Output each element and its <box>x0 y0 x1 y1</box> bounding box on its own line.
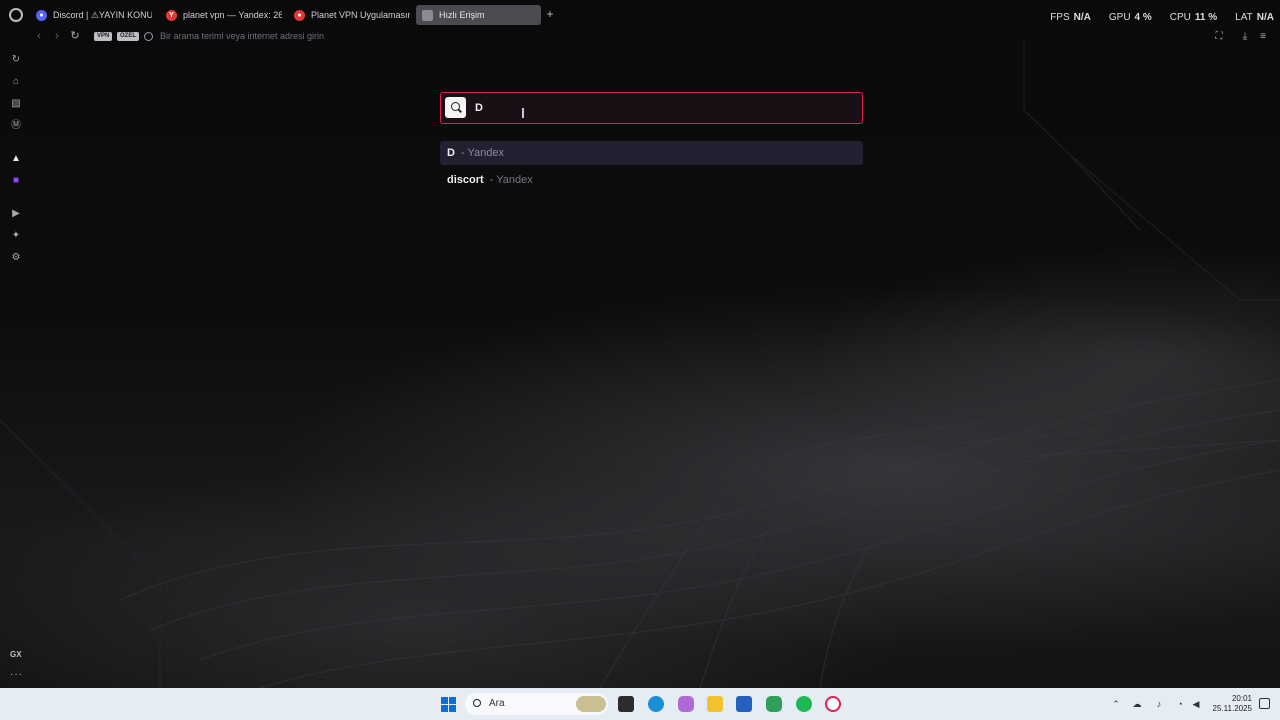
menu-icon[interactable]: ≡ <box>1257 31 1269 43</box>
suggestion-term: discort <box>447 174 484 186</box>
chevron-up-icon[interactable]: ⌃ <box>1110 698 1122 710</box>
task-view-icon[interactable] <box>618 696 634 712</box>
yandex-icon: Y <box>166 9 177 21</box>
extensions-icon[interactable]: ✦ <box>10 230 22 242</box>
search-input[interactable]: D <box>475 102 483 114</box>
suggestion-source: - Yandex <box>489 174 533 186</box>
taskbar: Ara ⌃ ☁ ♪ ◔ ◀ 20:01 25.11.2025 <box>0 688 1280 720</box>
player-icon[interactable]: ▶ <box>10 208 22 220</box>
tab-yandex[interactable]: Y planet vpn — Yandex: 26 <box>160 5 282 25</box>
speed-dial-icon <box>422 9 433 21</box>
suggestion-item[interactable]: discort - Yandex <box>440 168 863 192</box>
private-badge[interactable]: ÖZEL <box>117 32 139 41</box>
taskbar-search-label: Ara <box>489 698 505 709</box>
edge-icon[interactable] <box>648 696 664 712</box>
sidebar-icon[interactable]: ▨ <box>10 98 22 110</box>
store-icon[interactable] <box>736 696 752 712</box>
planet-vpn-icon: ● <box>294 9 305 21</box>
clock[interactable]: 20:01 25.11.2025 <box>1213 694 1252 714</box>
vpn-badge[interactable]: VPN <box>94 32 113 41</box>
clock-time: 20:01 <box>1231 694 1252 703</box>
search-highlight-image <box>576 696 606 712</box>
speed-dial-search[interactable]: D <box>440 92 863 124</box>
notification-bell-icon[interactable] <box>1259 698 1270 709</box>
suggestion-term: D <box>447 147 455 159</box>
text-cursor-icon <box>522 108 524 118</box>
tab-label: Planet VPN Uygulamasını <box>311 10 410 20</box>
gx-hardware-monitor: FPS N/A GPU 4 % CPU 11 % LAT N/A <box>1050 12 1274 23</box>
tab-speed-dial[interactable]: Hızlı Erişim <box>416 5 541 25</box>
settings-icon[interactable]: ⚙ <box>10 252 22 264</box>
gx-corner-button[interactable]: GX <box>10 650 22 659</box>
start-button[interactable] <box>441 697 456 712</box>
clock-date: 25.11.2025 <box>1212 704 1252 713</box>
opera-gx-taskbar-icon[interactable] <box>825 696 841 712</box>
microphone-icon[interactable]: ♪ <box>1153 698 1165 710</box>
back-button[interactable]: ‹ <box>32 28 46 44</box>
aria-icon[interactable]: ▲ <box>10 153 22 165</box>
more-button[interactable]: ··· <box>10 669 23 680</box>
spotify-icon[interactable] <box>796 696 812 712</box>
network-cloud-icon[interactable]: ☁ <box>1131 698 1143 710</box>
address-bar: ‹ › ↻ VPN ÖZEL Bir arama terimi veya int… <box>0 28 1280 46</box>
music-icon[interactable]: Ⓜ <box>10 120 22 132</box>
download-icon[interactable]: ⤓ <box>1239 31 1251 43</box>
search-icon <box>473 699 481 707</box>
tab-label: Hızlı Erişim <box>439 10 485 20</box>
taskbar-search[interactable]: Ara <box>465 693 608 715</box>
sidebar: ↻ ⌂ ▨ Ⓜ ▲ ■ ▶ ✦ ⚙ GX ··· <box>0 50 32 690</box>
copilot-icon[interactable] <box>678 696 694 712</box>
opera-gx-logo-icon[interactable] <box>9 8 23 22</box>
fps-readout: FPS N/A <box>1050 12 1091 23</box>
snapshot-icon[interactable]: ⛶ <box>1213 31 1225 43</box>
forward-button[interactable]: › <box>50 28 64 44</box>
search-icon <box>144 32 153 41</box>
search-icon[interactable] <box>445 97 466 118</box>
tab-strip: ● Discord | ⚠YAYIN KONU Y planet vpn — Y… <box>0 0 1280 30</box>
wifi-icon[interactable]: ◔ <box>1174 698 1186 710</box>
address-input[interactable]: Bir arama terimi veya internet adresi gi… <box>160 31 324 41</box>
file-explorer-icon[interactable] <box>707 696 723 712</box>
lat-readout: LAT N/A <box>1235 12 1274 23</box>
tab-label: planet vpn — Yandex: 26 <box>183 10 282 20</box>
cpu-readout: CPU 11 % <box>1169 12 1218 23</box>
suggestion-source: - Yandex <box>460 147 504 159</box>
discord-icon: ● <box>36 9 47 21</box>
chatgpt-app-icon[interactable] <box>766 696 782 712</box>
twitch-icon[interactable]: ■ <box>10 175 22 187</box>
new-tab-button[interactable]: + <box>544 8 556 21</box>
gpu-readout: GPU 4 % <box>1108 12 1152 23</box>
tab-discord[interactable]: ● Discord | ⚠YAYIN KONU <box>30 5 152 25</box>
suggestion-item[interactable]: D - Yandex <box>440 141 863 165</box>
history-icon[interactable]: ↻ <box>10 54 22 66</box>
volume-icon[interactable]: ◀ <box>1190 698 1202 710</box>
tab-label: Discord | ⚠YAYIN KONU <box>53 9 152 20</box>
tab-planet-vpn[interactable]: ● Planet VPN Uygulamasını <box>288 5 410 25</box>
reload-button[interactable]: ↻ <box>68 28 82 44</box>
shop-icon[interactable]: ⌂ <box>10 76 22 88</box>
